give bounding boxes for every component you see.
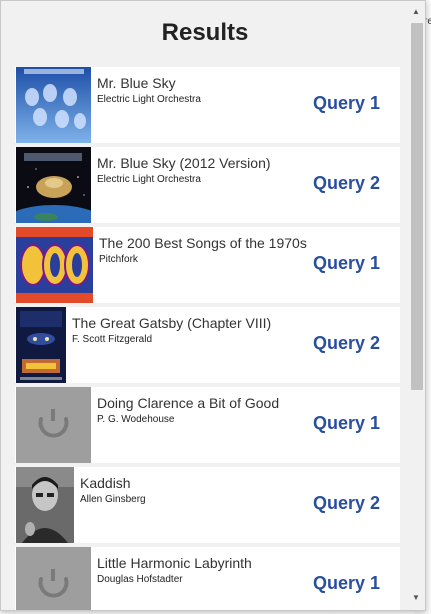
placeholder-thumbnail — [16, 387, 91, 463]
query-1-link[interactable]: Query 1 — [313, 93, 380, 114]
result-item[interactable]: Mr. Blue Sky Electric Light Orchestra Qu… — [15, 67, 400, 143]
album-art-thumbnail — [16, 67, 91, 143]
item-title: The 200 Best Songs of the 1970s — [99, 235, 307, 251]
results-popup: Results Mr. Blue Sky Electric Light Orch… — [0, 0, 426, 611]
result-item[interactable]: Mr. Blue Sky (2012 Version) Electric Lig… — [15, 147, 400, 223]
author-photo-thumbnail — [16, 467, 74, 543]
scrollbar-thumb[interactable] — [411, 23, 423, 390]
result-item[interactable]: Kaddish Allen Ginsberg Query 2 — [15, 467, 400, 543]
query-2-link[interactable]: Query 2 — [313, 173, 380, 194]
query-1-link[interactable]: Query 1 — [313, 573, 380, 594]
item-title: Mr. Blue Sky (2012 Version) — [97, 155, 271, 171]
album-art-thumbnail — [16, 227, 93, 303]
book-cover-thumbnail — [16, 307, 66, 383]
item-title: Doing Clarence a Bit of Good — [97, 395, 280, 411]
placeholder-thumbnail — [16, 547, 91, 610]
item-title: The Great Gatsby (Chapter VIII) — [72, 315, 272, 331]
scroll-up-arrow-icon[interactable]: ▲ — [412, 7, 420, 16]
item-author: Douglas Hofstadter — [97, 574, 183, 585]
item-artist: Electric Light Orchestra — [97, 174, 201, 185]
result-item[interactable]: The Great Gatsby (Chapter VIII) F. Scott… — [15, 307, 400, 383]
vertical-scrollbar[interactable]: ▲ ▼ — [408, 1, 425, 610]
item-artist: Electric Light Orchestra — [97, 94, 201, 105]
query-2-link[interactable]: Query 2 — [313, 333, 380, 354]
result-item[interactable]: Doing Clarence a Bit of Good P. G. Wodeh… — [15, 387, 400, 463]
scroll-down-arrow-icon[interactable]: ▼ — [412, 593, 420, 602]
album-art-thumbnail — [16, 147, 91, 223]
item-author: Allen Ginsberg — [80, 494, 146, 505]
query-1-link[interactable]: Query 1 — [313, 253, 380, 274]
results-list: Mr. Blue Sky Electric Light Orchestra Qu… — [15, 67, 400, 610]
popup-title: Results — [161, 19, 249, 46]
query-2-link[interactable]: Query 2 — [313, 493, 380, 514]
item-artist: Pitchfork — [99, 254, 138, 265]
item-author: P. G. Wodehouse — [97, 414, 175, 425]
result-item[interactable]: Little Harmonic Labyrinth Douglas Hofsta… — [15, 547, 400, 610]
item-title: Little Harmonic Labyrinth — [97, 555, 252, 571]
item-author: F. Scott Fitzgerald — [72, 334, 153, 345]
item-title: Kaddish — [80, 475, 131, 491]
query-1-link[interactable]: Query 1 — [313, 413, 380, 434]
item-title: Mr. Blue Sky — [97, 75, 176, 91]
result-item[interactable]: The 200 Best Songs of the 1970s Pitchfor… — [15, 227, 400, 303]
